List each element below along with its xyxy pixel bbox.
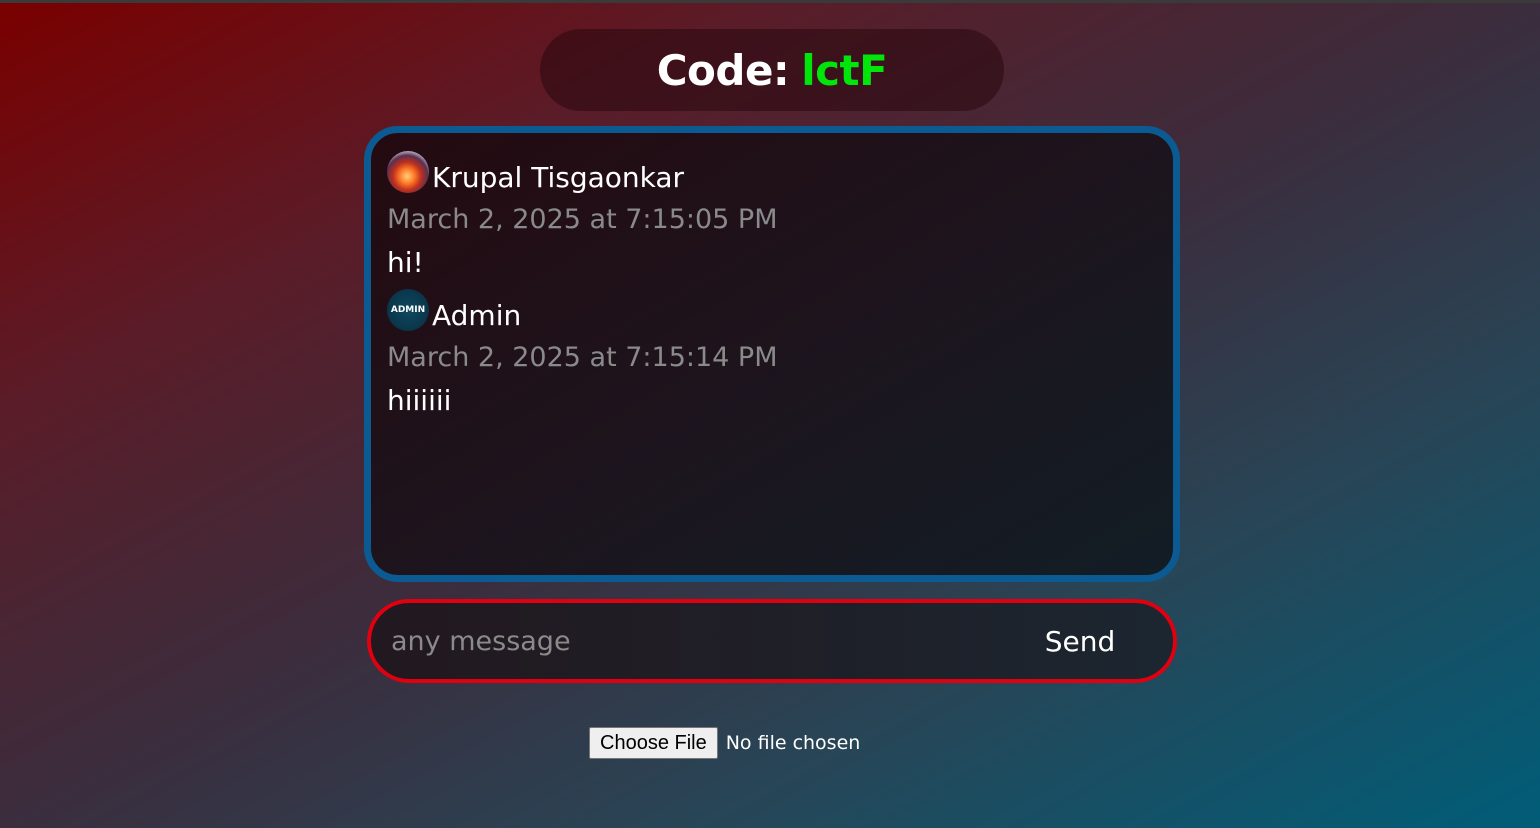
message-timestamp: March 2, 2025 at 7:15:05 PM xyxy=(387,204,778,235)
message-text: hi! xyxy=(387,246,424,279)
user-avatar-icon xyxy=(387,151,429,193)
file-status-text: No file chosen xyxy=(725,732,861,754)
message-composer: Send xyxy=(367,599,1177,683)
message-username: Krupal Tisgaonkar xyxy=(432,161,685,194)
chat-message: Krupal Tisgaonkar March 2, 2025 at 7:15:… xyxy=(387,149,1157,285)
choose-file-button[interactable]: Choose File xyxy=(589,727,718,759)
message-timestamp: March 2, 2025 at 7:15:14 PM xyxy=(387,342,778,373)
file-upload: Choose File No file chosen xyxy=(589,727,860,759)
browser-top-edge xyxy=(0,0,1540,3)
room-code-value: lctF xyxy=(801,45,888,95)
admin-avatar-icon: ADMIN xyxy=(387,289,429,331)
message-input[interactable] xyxy=(389,610,1005,672)
room-code-label: Code: xyxy=(656,45,790,95)
message-text: hiiiiii xyxy=(387,384,452,417)
message-header: Krupal Tisgaonkar xyxy=(387,149,1157,197)
message-username: Admin xyxy=(432,299,522,332)
message-header: ADMIN Admin xyxy=(387,287,1157,335)
chat-message: ADMIN Admin March 2, 2025 at 7:15:14 PM … xyxy=(387,287,1157,423)
room-code-header: Code: lctF xyxy=(540,29,1004,111)
send-button[interactable]: Send xyxy=(1005,611,1155,671)
chat-messages-panel[interactable]: Krupal Tisgaonkar March 2, 2025 at 7:15:… xyxy=(364,126,1180,582)
